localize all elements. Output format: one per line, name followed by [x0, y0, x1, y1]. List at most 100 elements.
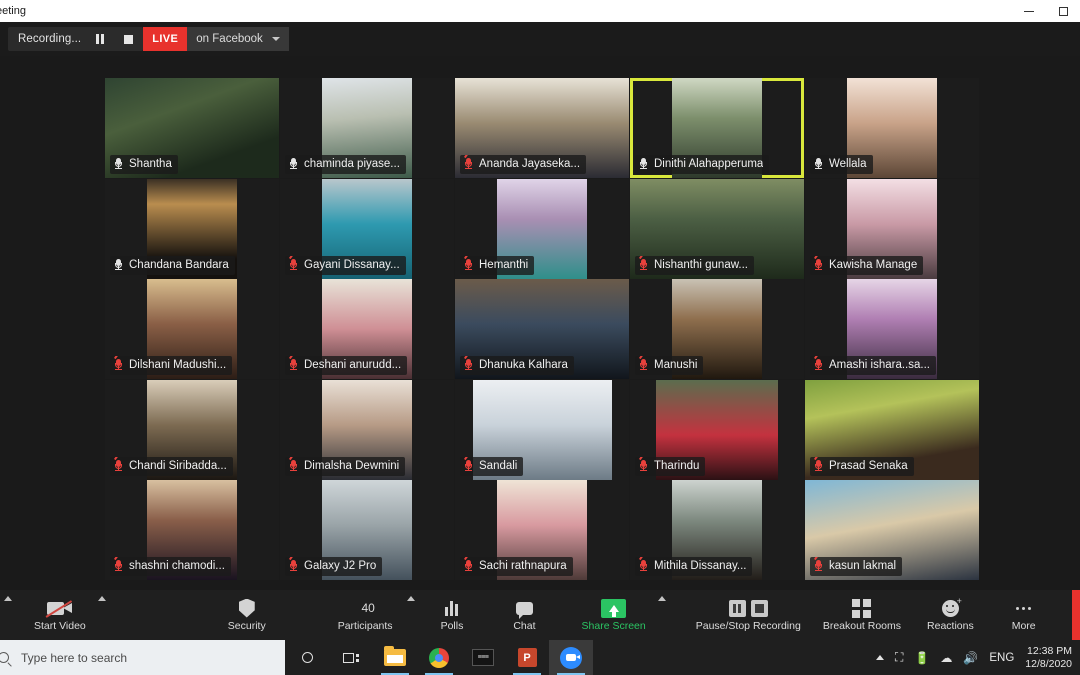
- chat-button[interactable]: Chat: [507, 590, 541, 640]
- participant-tile[interactable]: Chandana Bandara: [105, 178, 279, 279]
- participant-tile[interactable]: Sandali: [455, 379, 629, 480]
- reactions-icon: +: [941, 596, 962, 618]
- microphone-muted-icon: [464, 356, 474, 372]
- participant-tile[interactable]: Nishanthi gunaw...: [630, 178, 804, 279]
- participant-name-label: Sachi rathnapura: [479, 560, 567, 572]
- microphone-muted-icon: [464, 255, 474, 272]
- microphone-muted-icon: [814, 356, 824, 372]
- taskbar-apps: ≡≡≡ P: [285, 640, 593, 675]
- participant-name-label: Prasad Senaka: [829, 459, 908, 472]
- taskbar-item-dark-app[interactable]: ≡≡≡: [461, 640, 505, 675]
- zoom-icon: [560, 646, 582, 669]
- participant-name-badge: Sachi rathnapura: [460, 557, 573, 576]
- participant-tile[interactable]: Deshani anurudd...: [280, 279, 454, 379]
- participant-tile[interactable]: Wellala: [805, 78, 979, 178]
- search-icon: [0, 652, 9, 663]
- video-options-caret[interactable]: [97, 596, 106, 601]
- participant-tile[interactable]: Dilshani Madushi...: [105, 279, 279, 379]
- taskbar-item-cortana[interactable]: [285, 640, 329, 675]
- participant-tile[interactable]: Gayani Dissanay...: [280, 178, 454, 279]
- participant-name-badge: Gayani Dissanay...: [285, 255, 406, 275]
- participant-name-badge: Tharindu: [635, 456, 706, 476]
- polls-button[interactable]: Polls: [435, 590, 470, 640]
- participant-tile[interactable]: Galaxy J2 Pro: [280, 480, 454, 580]
- end-meeting-button[interactable]: [1072, 590, 1080, 640]
- pause-stop-recording-button[interactable]: Pause/Stop Recording: [690, 590, 807, 640]
- windows-search-box[interactable]: Type here to search: [0, 640, 285, 675]
- security-label: Security: [227, 620, 266, 632]
- participant-tile[interactable]: Prasad Senaka: [805, 379, 979, 480]
- participant-name-label: Kawisha Manage: [829, 258, 918, 271]
- breakout-rooms-button[interactable]: Breakout Rooms: [817, 590, 907, 640]
- participant-name-label: Tharindu: [654, 459, 700, 472]
- share-screen-button[interactable]: Share Screen: [576, 590, 652, 640]
- participant-tile[interactable]: kasun lakmal: [805, 480, 979, 580]
- participant-tile[interactable]: Kawisha Manage: [805, 178, 979, 279]
- live-destination-dropdown[interactable]: on Facebook: [187, 27, 289, 51]
- participant-name-badge: Wellala: [810, 155, 873, 174]
- participant-tile[interactable]: Dhanuka Kalhara: [455, 279, 629, 379]
- participant-name-badge: Dinithi Alahapperuma: [635, 155, 770, 174]
- participant-name-label: Shantha: [129, 158, 172, 170]
- more-icon: [1016, 598, 1032, 618]
- participant-name-badge: kasun lakmal: [810, 557, 903, 576]
- participant-tile[interactable]: chaminda piyase...: [280, 78, 454, 178]
- participant-name-badge: Chandi Siribadda...: [110, 456, 233, 476]
- participant-tile[interactable]: Dinithi Alahapperuma: [630, 78, 804, 178]
- camera-tray-icon[interactable]: ⛶: [895, 650, 903, 665]
- participant-name-badge: Manushi: [635, 356, 704, 375]
- taskbar-item-task-view[interactable]: [329, 640, 373, 675]
- taskbar-item-google-chrome[interactable]: [417, 640, 461, 675]
- battery-icon[interactable]: 🔋: [914, 651, 929, 665]
- taskbar-item-file-explorer[interactable]: [373, 640, 417, 675]
- microphone-icon: [115, 258, 124, 272]
- participant-tile[interactable]: Ananda Jayaseka...: [455, 78, 629, 178]
- minimize-button[interactable]: [1012, 0, 1046, 22]
- share-options-caret[interactable]: [657, 596, 666, 601]
- microphone-icon: [115, 158, 124, 171]
- participant-tile[interactable]: Manushi: [630, 279, 804, 379]
- participant-name-label: Galaxy J2 Pro: [304, 560, 377, 572]
- start-video-button[interactable]: Start Video: [28, 590, 92, 640]
- microphone-muted-icon: [464, 155, 474, 171]
- participant-tile[interactable]: shashni chamodi...: [105, 480, 279, 580]
- share-screen-icon: [601, 598, 627, 618]
- participants-button[interactable]: 40 Participants: [332, 590, 399, 640]
- participant-tile[interactable]: Shantha: [105, 78, 279, 178]
- stop-recording-button[interactable]: [119, 30, 137, 48]
- participant-name-badge: Galaxy J2 Pro: [285, 557, 383, 576]
- video-gallery: Shantha chaminda piyase... Ananda Jayaseka…: [0, 56, 1080, 590]
- taskbar-item-zoom[interactable]: [549, 640, 593, 675]
- reactions-button[interactable]: + Reactions: [921, 590, 980, 640]
- recording-controls: Recording...: [8, 27, 144, 51]
- language-indicator[interactable]: ENG: [989, 652, 1014, 664]
- participant-tile[interactable]: Chandi Siribadda...: [105, 379, 279, 480]
- microphone-muted-icon: [289, 356, 299, 372]
- taskbar-item-powerpoint[interactable]: P: [505, 640, 549, 675]
- participant-tile[interactable]: Mithila Dissanay...: [630, 480, 804, 580]
- participant-name-badge: shashni chamodi...: [110, 557, 231, 576]
- participant-tile[interactable]: Amashi ishara..sa...: [805, 279, 979, 379]
- camera-off-icon: [45, 598, 73, 618]
- chat-label: Chat: [513, 620, 536, 632]
- microphone-muted-icon: [814, 255, 824, 272]
- more-button[interactable]: More: [1006, 590, 1042, 640]
- participants-options-caret[interactable]: [406, 596, 415, 601]
- clock-time: 12:38 PM: [1027, 644, 1072, 657]
- pause-stop-recording-label: Pause/Stop Recording: [695, 620, 801, 632]
- participant-tile[interactable]: Hemanthi: [455, 178, 629, 279]
- security-button[interactable]: Security: [222, 590, 272, 640]
- participants-label: Participants: [337, 620, 393, 632]
- volume-icon[interactable]: 🔊: [963, 651, 978, 665]
- audio-options-caret[interactable]: [4, 596, 12, 601]
- meeting-toolbar: Start Video Security 40 Participants Pol…: [0, 590, 1080, 640]
- restore-button[interactable]: [1046, 0, 1080, 22]
- show-hidden-icons-icon[interactable]: [876, 655, 885, 660]
- participant-tile[interactable]: Tharindu: [630, 379, 804, 480]
- wifi-icon[interactable]: ☁: [940, 651, 952, 665]
- pause-recording-button[interactable]: [91, 30, 109, 48]
- participant-tile[interactable]: Sachi rathnapura: [455, 480, 629, 580]
- clock[interactable]: 12:38 PM 12/8/2020: [1025, 645, 1072, 671]
- participant-tile[interactable]: Dimalsha Dewmini: [280, 379, 454, 480]
- microphone-icon: [290, 158, 299, 171]
